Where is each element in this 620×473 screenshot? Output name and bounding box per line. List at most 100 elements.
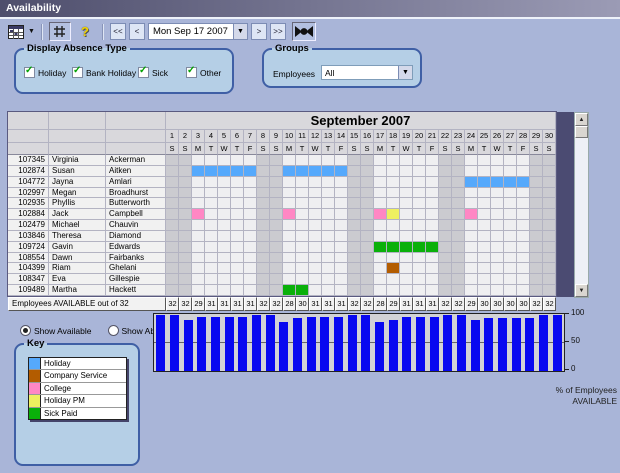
day-cell[interactable] — [530, 220, 543, 231]
day-cell[interactable] — [465, 253, 478, 264]
day-cell[interactable] — [257, 209, 270, 220]
day-cell[interactable] — [244, 188, 257, 199]
day-cell[interactable] — [491, 198, 504, 209]
day-cell[interactable] — [439, 177, 452, 188]
day-cell[interactable] — [231, 188, 244, 199]
day-cell[interactable] — [270, 231, 283, 242]
day-cell[interactable] — [231, 155, 244, 166]
day-cell[interactable] — [335, 253, 348, 264]
day-cell[interactable] — [530, 166, 543, 177]
day-cell[interactable] — [439, 198, 452, 209]
employee-lastname-cell[interactable]: Campbell — [106, 209, 166, 220]
day-cell[interactable] — [530, 155, 543, 166]
day-cell[interactable] — [218, 285, 231, 296]
employee-id-cell[interactable]: 108347 — [8, 274, 49, 285]
day-cell[interactable] — [478, 220, 491, 231]
day-cell[interactable] — [452, 242, 465, 253]
day-cell[interactable] — [296, 177, 309, 188]
day-cell[interactable] — [166, 209, 179, 220]
day-cell[interactable] — [348, 274, 361, 285]
employee-id-cell[interactable]: 109724 — [8, 242, 49, 253]
day-cell[interactable] — [283, 231, 296, 242]
day-cell[interactable] — [257, 177, 270, 188]
chevron-down-icon[interactable]: ▼ — [28, 28, 35, 35]
day-cell[interactable] — [543, 263, 556, 274]
day-cell[interactable] — [335, 155, 348, 166]
day-cell[interactable] — [413, 209, 426, 220]
day-cell[interactable] — [166, 274, 179, 285]
day-cell[interactable] — [322, 220, 335, 231]
day-cell[interactable] — [322, 263, 335, 274]
day-cell[interactable] — [478, 274, 491, 285]
day-cell[interactable] — [413, 274, 426, 285]
day-cell[interactable] — [530, 242, 543, 253]
day-cell[interactable] — [504, 188, 517, 199]
day-cell[interactable] — [426, 209, 439, 220]
day-cell[interactable] — [335, 274, 348, 285]
day-cell[interactable] — [179, 253, 192, 264]
employee-lastname-cell[interactable]: Hackett — [106, 285, 166, 296]
day-cell[interactable] — [179, 263, 192, 274]
day-cell[interactable] — [543, 198, 556, 209]
day-cell[interactable] — [439, 231, 452, 242]
day-cell[interactable] — [335, 231, 348, 242]
day-cell[interactable] — [413, 220, 426, 231]
day-cell[interactable] — [166, 231, 179, 242]
day-cell[interactable] — [543, 188, 556, 199]
day-cell[interactable] — [348, 188, 361, 199]
day-cell[interactable] — [543, 231, 556, 242]
absence-cell-holiday[interactable] — [205, 166, 218, 177]
day-cell[interactable] — [348, 177, 361, 188]
scrollbar-thumb[interactable] — [575, 126, 588, 138]
day-cell[interactable] — [361, 220, 374, 231]
day-cell[interactable] — [478, 231, 491, 242]
crosshatch-button[interactable] — [49, 22, 71, 41]
day-cell[interactable] — [452, 177, 465, 188]
day-cell[interactable] — [244, 155, 257, 166]
day-cell[interactable] — [244, 242, 257, 253]
day-cell[interactable] — [296, 242, 309, 253]
day-cell[interactable] — [530, 253, 543, 264]
employee-firstname-cell[interactable]: Theresa — [49, 231, 106, 242]
day-cell[interactable] — [478, 166, 491, 177]
day-cell[interactable] — [387, 253, 400, 264]
day-cell[interactable] — [348, 220, 361, 231]
day-cell[interactable] — [400, 274, 413, 285]
day-cell[interactable] — [426, 253, 439, 264]
day-cell[interactable] — [530, 231, 543, 242]
day-cell[interactable] — [478, 188, 491, 199]
day-cell[interactable] — [530, 188, 543, 199]
checkbox-box[interactable]: ✓ — [72, 67, 83, 78]
day-cell[interactable] — [270, 242, 283, 253]
day-cell[interactable] — [179, 155, 192, 166]
nav-last-button[interactable]: >> — [270, 23, 286, 40]
day-cell[interactable] — [205, 188, 218, 199]
day-cell[interactable] — [244, 198, 257, 209]
day-cell[interactable] — [244, 274, 257, 285]
day-cell[interactable] — [335, 209, 348, 220]
day-cell[interactable] — [374, 166, 387, 177]
day-cell[interactable] — [361, 198, 374, 209]
day-cell[interactable] — [504, 220, 517, 231]
chevron-down-icon[interactable]: ▼ — [398, 66, 412, 79]
day-cell[interactable] — [166, 220, 179, 231]
vertical-scrollbar[interactable]: ▲ ▼ — [574, 112, 589, 298]
day-cell[interactable] — [257, 188, 270, 199]
day-cell[interactable] — [218, 263, 231, 274]
day-cell[interactable] — [218, 155, 231, 166]
day-cell[interactable] — [348, 242, 361, 253]
day-cell[interactable] — [231, 242, 244, 253]
day-cell[interactable] — [387, 166, 400, 177]
day-cell[interactable] — [231, 285, 244, 296]
radio-circle[interactable] — [20, 325, 31, 336]
day-cell[interactable] — [439, 263, 452, 274]
day-cell[interactable] — [283, 198, 296, 209]
absence-cell-holiday[interactable] — [478, 177, 491, 188]
employee-lastname-cell[interactable]: Broadhurst — [106, 188, 166, 199]
absence-cell-holiday[interactable] — [231, 166, 244, 177]
day-cell[interactable] — [426, 198, 439, 209]
day-cell[interactable] — [374, 220, 387, 231]
day-cell[interactable] — [231, 209, 244, 220]
absence-cell-holiday[interactable] — [218, 166, 231, 177]
day-cell[interactable] — [335, 220, 348, 231]
